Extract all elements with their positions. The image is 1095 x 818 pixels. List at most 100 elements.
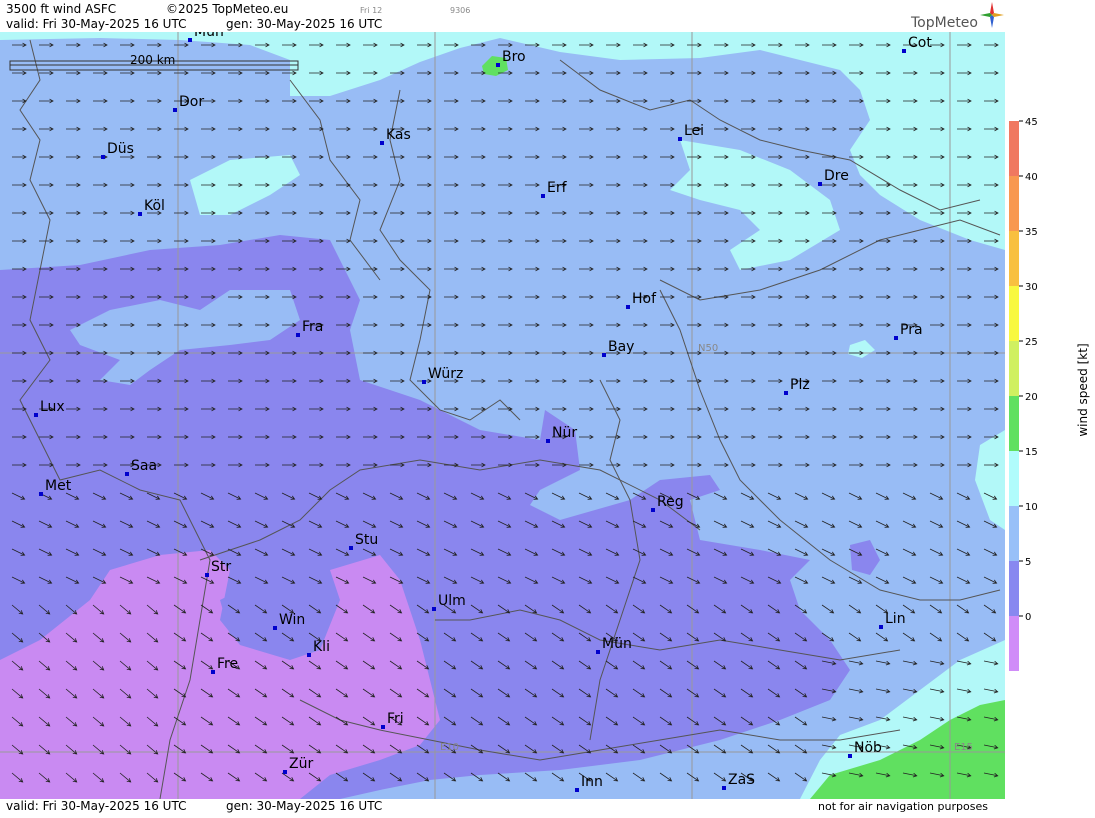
footer-disclaimer: not for air navigation purposes xyxy=(818,800,988,813)
city-marker xyxy=(894,336,898,340)
city-marker xyxy=(596,650,600,654)
city-label: Dor xyxy=(179,94,204,110)
legend-color-bin xyxy=(1009,341,1019,396)
city-marker xyxy=(349,546,353,550)
legend-tick-label: 10 xyxy=(1025,502,1038,513)
header: 3500 ft wind ASFC ©2025 TopMeteo.eu Fri … xyxy=(0,0,1005,32)
city-marker xyxy=(296,333,300,337)
legend-tick-label: 40 xyxy=(1025,172,1038,183)
legend-color-bin xyxy=(1009,286,1019,341)
legend-color-bin xyxy=(1009,561,1019,616)
city-marker xyxy=(380,141,384,145)
product-title: 3500 ft wind ASFC xyxy=(6,2,117,16)
compass-star-icon xyxy=(980,2,1004,28)
legend-tick-label: 35 xyxy=(1025,227,1038,238)
footer-valid: valid: Fri 30-May-2025 16 UTC xyxy=(6,799,187,813)
city-marker xyxy=(173,108,177,112)
city-marker xyxy=(848,754,852,758)
city-marker xyxy=(626,305,630,309)
city-label: Würz xyxy=(428,366,463,382)
city-marker xyxy=(422,380,426,384)
legend-tick-label: 15 xyxy=(1025,447,1038,458)
city-label: Saa xyxy=(131,458,157,474)
footer: valid: Fri 30-May-2025 16 UTC gen: 30-Ma… xyxy=(0,799,1005,814)
city-marker xyxy=(818,182,822,186)
city-marker xyxy=(496,63,500,67)
city-label: Lin xyxy=(885,611,906,627)
city-label: Plz xyxy=(790,377,810,393)
city-label: Win xyxy=(279,612,305,628)
city-marker xyxy=(432,607,436,611)
city-label: Inn xyxy=(581,774,603,790)
city-marker xyxy=(575,788,579,792)
city-label: Nöb xyxy=(854,740,882,756)
city-marker xyxy=(541,194,545,198)
color-legend: 45 40 35 30 25 20 15 10 5 0 wind speed [kt] xyxy=(1005,0,1095,814)
city-label: Reg xyxy=(657,494,684,510)
city-marker xyxy=(34,413,38,417)
legend-color-bin xyxy=(1009,616,1019,671)
city-label: Fra xyxy=(302,319,323,335)
city-marker xyxy=(138,212,142,216)
city-marker xyxy=(879,625,883,629)
lon-label-e10: E10 xyxy=(440,742,459,753)
city-label: Kas xyxy=(386,127,411,143)
city-label: Köl xyxy=(144,198,165,214)
scale-bar-label: 200 km xyxy=(130,53,175,67)
legend-color-bin xyxy=(1009,176,1019,231)
day-code: Fri 12 xyxy=(360,6,383,15)
legend-title: wind speed [kt] xyxy=(1076,343,1090,436)
city-marker xyxy=(381,725,385,729)
legend-tick-label: 30 xyxy=(1025,282,1038,293)
city-label: Stu xyxy=(355,532,378,548)
legend-tick-label: 20 xyxy=(1025,392,1038,403)
city-marker xyxy=(211,670,215,674)
city-label: Str xyxy=(211,559,231,575)
city-marker xyxy=(678,137,682,141)
city-label: Fre xyxy=(217,656,238,672)
city-marker xyxy=(101,155,105,159)
city-label: Hof xyxy=(632,291,657,307)
city-label: Erf xyxy=(547,180,568,196)
city-label: Lei xyxy=(684,123,704,139)
legend-color-bin xyxy=(1009,231,1019,286)
city-label: Dre xyxy=(824,168,849,184)
city-label: Kli xyxy=(313,639,330,655)
lon-label-e15: E15 xyxy=(954,742,973,753)
city-label: Bro xyxy=(502,49,526,65)
city-marker xyxy=(546,439,550,443)
city-marker xyxy=(651,508,655,512)
city-marker xyxy=(602,353,606,357)
legend-color-bin xyxy=(1009,396,1019,451)
topmeteo-logo: TopMeteo xyxy=(905,1,1005,33)
city-label: Nür xyxy=(552,425,577,441)
legend-tick-label: 25 xyxy=(1025,337,1038,348)
wind-map[interactable]: 200 km N50 E10 E15 Mün Bro Cot Dor Kas Lei Düs… xyxy=(0,24,1005,800)
city-marker xyxy=(188,38,192,42)
city-label: Mün xyxy=(602,636,632,652)
valid-time: valid: Fri 30-May-2025 16 UTC xyxy=(6,17,187,31)
lat-label-n50: N50 xyxy=(698,343,718,354)
city-label: Pra xyxy=(900,322,923,338)
city-label: Düs xyxy=(107,141,134,157)
city-label: Met xyxy=(45,478,72,494)
run-code: 9306 xyxy=(450,6,471,15)
city-label: Fri xyxy=(387,711,404,727)
city-marker xyxy=(205,573,209,577)
legend-tick-label: 0 xyxy=(1025,612,1031,623)
city-marker xyxy=(283,770,287,774)
city-label: Lux xyxy=(40,399,65,415)
city-marker xyxy=(307,653,311,657)
city-marker xyxy=(273,626,277,630)
city-label: ZaS xyxy=(728,772,755,788)
footer-gen: gen: 30-May-2025 16 UTC xyxy=(226,799,383,813)
city-label: Bay xyxy=(608,339,634,355)
city-label: Ulm xyxy=(438,593,466,609)
city-label: Cot xyxy=(908,35,932,51)
copyright: ©2025 TopMeteo.eu xyxy=(166,2,289,16)
city-marker xyxy=(902,49,906,53)
city-marker xyxy=(39,492,43,496)
legend-color-bin xyxy=(1009,121,1019,176)
legend-colorbar xyxy=(1009,121,1019,671)
city-marker xyxy=(722,786,726,790)
